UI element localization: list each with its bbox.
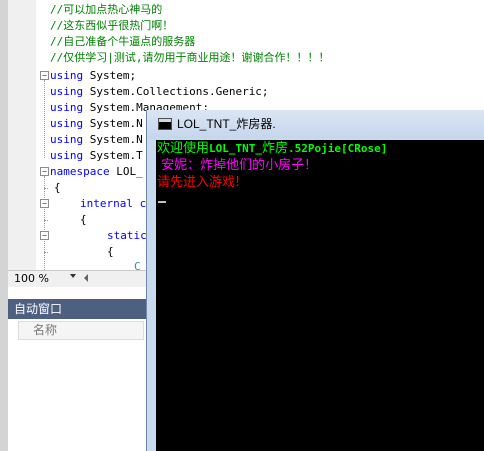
keyword: using [50, 85, 84, 98]
editor-gutter [8, 0, 36, 270]
keyword: static [107, 229, 147, 242]
code-method-line: static [107, 228, 147, 244]
console-title: LOL_TNT_炸房器. [177, 117, 276, 131]
console-window[interactable]: LOL_TNT_炸房器. 欢迎使用LOL_TNT_炸房.52Pojie[CRos… [146, 110, 484, 451]
code-using-line: using System.Collections.Generic; [50, 84, 269, 100]
welcome-credit: .52Pojie[CRose] [288, 142, 388, 155]
outline-guide [44, 188, 48, 189]
outline-guide [44, 220, 48, 221]
outline-guide [44, 80, 45, 158]
collapse-toggle-icon[interactable]: − [40, 71, 49, 80]
collapse-toggle-icon[interactable]: − [40, 199, 49, 208]
code-brace: { [54, 181, 61, 194]
code-using-line: using System.T [50, 148, 143, 164]
outline-guide [44, 252, 48, 253]
namespace-name: LOL_ [109, 165, 143, 178]
code-comment-line: //这东西似乎很热门啊！ [50, 19, 174, 32]
auto-window-body: 名称 [8, 319, 148, 451]
keyword: using [50, 101, 84, 114]
code-comment-line: //仅供学习|测试,请勿用于商业用途！谢谢合作！！！！ [50, 51, 330, 64]
welcome-prefix: 欢迎使用 [157, 141, 210, 156]
namespace-text: System.N [83, 117, 143, 130]
console-titlebar[interactable]: LOL_TNT_炸房器. [147, 110, 484, 138]
keyword: using [50, 117, 84, 130]
code-class-line: internal c [80, 196, 146, 212]
console-line-annie: 安妮：炸掉他们的小房子！ [157, 158, 318, 173]
code-using-line: using System.N [50, 116, 143, 132]
console-app-icon[interactable] [158, 118, 172, 130]
namespace-text: System.N [83, 133, 143, 146]
code-using-line: using System.N [50, 132, 143, 148]
code-comment-line: //可以加点热心神马的 [50, 3, 163, 16]
code-namespace-line: namespace LOL_ [50, 164, 143, 180]
column-header-name[interactable]: 名称 [18, 321, 144, 340]
code-comment-line: //自己准备个牛逼点的服务器 [50, 35, 196, 48]
code-partial-text: C [134, 260, 141, 270]
console-line-enter-game: 请先进入游戏! [157, 175, 241, 190]
keyword: internal [80, 197, 133, 210]
collapse-toggle-icon[interactable]: − [40, 167, 49, 176]
chevron-down-icon[interactable] [70, 274, 76, 278]
namespace-text: System.Collections.Generic; [83, 85, 269, 98]
code-using-line: using System; [50, 68, 136, 84]
outline-guide [44, 176, 45, 270]
welcome-middle: 炸房 [262, 141, 289, 156]
panel-gap [8, 287, 148, 299]
zoom-dropdown[interactable]: 100 % [14, 272, 74, 286]
keyword: using [50, 69, 84, 82]
code-brace: { [80, 213, 87, 226]
keyword: using [50, 133, 84, 146]
editor-status-bar: 100 % [8, 270, 148, 288]
code-brace: { [107, 245, 114, 258]
auto-window-title[interactable]: 自动窗口 [8, 299, 148, 319]
collapse-toggle-icon[interactable]: − [40, 231, 49, 240]
console-output[interactable]: 欢迎使用LOL_TNT_炸房.52Pojie[CRose] 安妮：炸掉他们的小房… [156, 140, 484, 451]
keyword: namespace [50, 165, 110, 178]
keyword: using [50, 149, 84, 162]
scroll-left-icon[interactable] [84, 274, 88, 282]
namespace-text: System; [83, 69, 137, 82]
welcome-app-name: LOL_TNT_ [209, 142, 262, 155]
console-cursor [158, 201, 166, 203]
console-line-welcome: 欢迎使用LOL_TNT_炸房.52Pojie[CRose] [157, 140, 387, 157]
keyword: c [132, 197, 147, 210]
namespace-text: System.T [83, 149, 143, 162]
